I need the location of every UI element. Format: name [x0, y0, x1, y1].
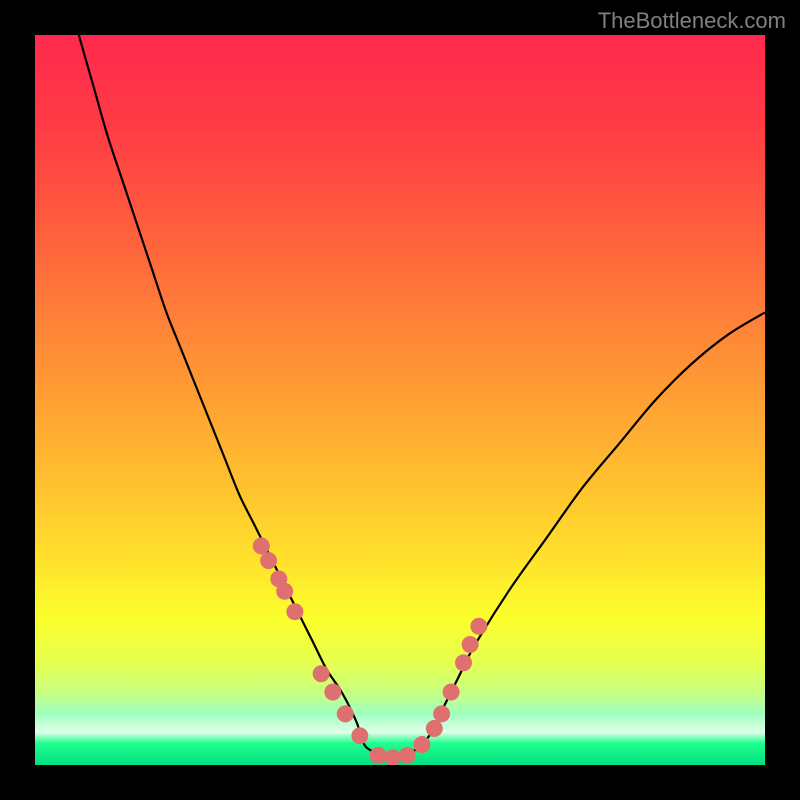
data-marker	[351, 727, 368, 744]
data-marker	[286, 603, 303, 620]
data-marker	[337, 705, 354, 722]
bottleneck-curve	[79, 35, 765, 759]
data-marker	[370, 747, 387, 764]
data-marker	[384, 749, 401, 765]
watermark-text: TheBottleneck.com	[598, 8, 786, 34]
chart-container: TheBottleneck.com	[0, 0, 800, 800]
data-marker	[276, 583, 293, 600]
curve-layer	[35, 35, 765, 765]
data-marker	[470, 618, 487, 635]
data-marker	[426, 720, 443, 737]
data-marker	[413, 736, 430, 753]
data-marker	[324, 684, 341, 701]
data-marker	[443, 684, 460, 701]
plot-area	[35, 35, 765, 765]
data-marker	[253, 538, 270, 555]
data-marker	[433, 705, 450, 722]
data-marker	[260, 552, 277, 569]
data-marker	[455, 654, 472, 671]
data-marker	[399, 747, 416, 764]
data-marker	[462, 636, 479, 653]
data-marker	[313, 665, 330, 682]
data-markers	[253, 538, 488, 766]
